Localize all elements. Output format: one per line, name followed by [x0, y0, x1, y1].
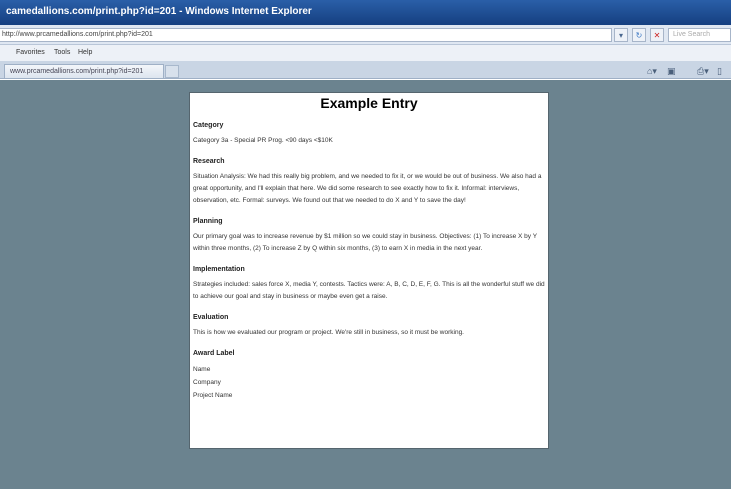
category-heading: Category: [193, 122, 224, 129]
address-row: http://www.prcamedallions.com/print.php?…: [0, 25, 731, 45]
award-project-name: Project Name: [193, 392, 233, 399]
window-title: camedallions.com/print.php?id=201 - Wind…: [6, 6, 312, 17]
menu-favorites[interactable]: Favorites: [16, 49, 45, 56]
window-title-bar: camedallions.com/print.php?id=201 - Wind…: [0, 0, 731, 25]
award-company: Company: [193, 379, 221, 386]
research-body: Situation Analysis: We had this really b…: [193, 173, 542, 204]
category-body: Category 3a - Special PR Prog. <90 days …: [193, 137, 333, 144]
address-input[interactable]: http://www.prcamedallions.com/print.php?…: [0, 28, 612, 42]
stop-icon[interactable]: ✕: [650, 28, 664, 42]
menu-tools[interactable]: Tools: [54, 49, 70, 56]
print-page: Example Entry Category Category 3a - Spe…: [189, 92, 549, 449]
menu-bar: Favorites Tools Help: [0, 45, 731, 61]
tab-current-page[interactable]: www.prcamedallions.com/print.php?id=201: [4, 64, 164, 78]
evaluation-body: This is how we evaluated our program or …: [193, 329, 464, 336]
new-tab-button[interactable]: [165, 65, 179, 78]
home-icon[interactable]: ⌂▾: [647, 65, 657, 77]
address-dropdown-icon[interactable]: ▾: [614, 28, 628, 42]
award-label-heading: Award Label: [193, 350, 235, 357]
page-icon[interactable]: ▯: [717, 65, 722, 77]
planning-body: Our primary goal was to increase revenue…: [193, 233, 537, 252]
refresh-icon[interactable]: ↻: [632, 28, 646, 42]
award-name: Name: [193, 366, 211, 373]
print-icon[interactable]: ⎙▾: [697, 65, 709, 77]
search-input[interactable]: Live Search: [668, 28, 731, 42]
page-title: Example Entry: [320, 95, 418, 111]
implementation-heading: Implementation: [193, 266, 245, 273]
menu-help[interactable]: Help: [78, 49, 92, 56]
evaluation-heading: Evaluation: [193, 314, 229, 321]
research-heading: Research: [193, 158, 225, 165]
tab-bar: www.prcamedallions.com/print.php?id=201 …: [0, 61, 731, 79]
planning-heading: Planning: [193, 218, 223, 225]
feeds-icon[interactable]: ▣: [667, 65, 676, 77]
implementation-body: Strategies included: sales force X, medi…: [193, 281, 545, 300]
